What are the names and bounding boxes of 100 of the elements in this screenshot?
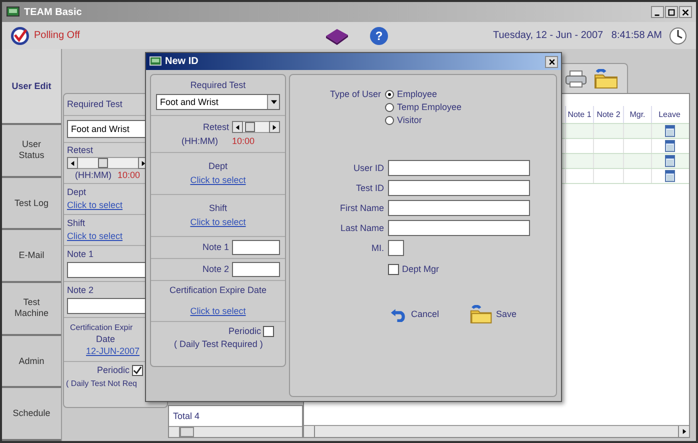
left-arrow-icon[interactable] [70,160,75,166]
checkbox-label: Periodic [97,365,130,376]
dropdown[interactable]: Foot and Wrist [156,94,280,110]
app-icon [149,56,162,67]
field-label: MI. [370,242,384,254]
field-label: Date [95,334,116,345]
field-label: Dept [67,187,88,198]
field-label: Note 1 [67,249,95,260]
field-label: Required Test [67,99,122,109]
select-link[interactable]: Click to select [190,175,246,186]
input-field[interactable] [388,240,404,256]
field-label: Retest [67,145,94,156]
scroll-left-button[interactable] [67,157,78,169]
cancel-button[interactable]: Cancel [388,305,442,324]
window-title: TEAM Basic [24,6,82,20]
radio-label: Employee [397,89,438,100]
right-arrow-icon[interactable] [141,160,146,166]
column-header: Leave [651,106,687,123]
field-label: Certification Expire Date [169,285,267,296]
column-header: Note 2 [593,106,623,123]
book-icon[interactable] [324,26,350,44]
date-link[interactable]: 12-JUN-2007 [70,346,140,357]
dropdown-arrow-icon[interactable] [270,100,276,104]
field-label: First Name [338,202,384,214]
field-label: Dept [208,161,228,172]
field-label: Shift [67,218,86,229]
input-field[interactable] [388,180,530,196]
radio-button[interactable] [385,116,394,125]
input-field[interactable] [388,220,530,236]
nav-tab[interactable]: Admin [2,336,61,388]
field-label: Certification Expir [70,322,133,333]
right-arrow-icon[interactable] [272,124,277,130]
left-arrow-icon[interactable] [235,124,240,130]
note-text: ( Daily Test Not Req [66,378,138,389]
total-count: Total 4 [172,410,201,423]
undo-arrow-icon [390,307,408,322]
checkbox-label: Dept Mgr [402,264,440,275]
radio-label: Visitor [397,115,422,126]
column-header: Mgr. [623,106,651,123]
date-time: Tuesday, 12 - Jun - 2007 8:41:58 AM [493,29,662,43]
format-hint: (HH:MM) [181,136,218,147]
help-button[interactable]: ? [370,26,388,44]
checkbox[interactable] [132,365,143,376]
input-field[interactable] [232,240,280,255]
folder-icon[interactable] [593,68,619,88]
field-label: Test ID [354,182,384,194]
note-text: ( Daily Test Required ) [173,339,264,350]
radio-button[interactable] [385,103,394,112]
time-value: 10:00 [232,136,255,147]
scroll-right-button[interactable] [269,121,280,133]
radio-button[interactable] [385,90,394,99]
field-label: Last Name [339,222,384,234]
time-value: 10:00 [118,170,140,181]
input-field[interactable] [232,262,280,277]
input-field[interactable] [388,200,530,216]
dialog-title: New ID [165,55,198,69]
printer-icon[interactable] [565,70,587,88]
field-label: Required Test [190,80,246,91]
radio-label: Temp Employee [397,102,462,113]
calendar-icon[interactable] [664,170,674,182]
column-header: Note 1 [565,106,593,123]
slider-thumb[interactable] [244,122,255,132]
checkbox[interactable] [263,326,274,337]
calendar-icon[interactable] [664,155,674,167]
nav-tab[interactable]: User Edit [2,49,61,125]
calendar-icon[interactable] [664,140,674,152]
field-label: Type of User [330,89,382,101]
close-icon[interactable] [548,58,556,66]
nav-tab[interactable]: Schedule [2,388,61,441]
calendar-icon[interactable] [664,125,674,137]
folder-icon [469,305,494,324]
input-field[interactable] [388,160,530,176]
field-label: Note 1 [202,242,229,253]
scroll-left-button[interactable] [232,121,243,133]
close-button[interactable] [545,56,558,68]
app-icon [6,6,20,18]
nav-tab[interactable]: E-Mail [2,230,61,284]
save-button[interactable]: Save [467,305,519,324]
field-label: Shift [208,203,227,214]
field-label: User ID [352,162,384,174]
clock-icon [668,26,688,46]
horizontal-scrollbar[interactable] [169,426,302,437]
field-label: Retest [202,122,229,132]
polling-status: Polling Off [34,29,81,43]
nav-tab[interactable]: User Status [2,125,61,178]
checkbox[interactable] [388,264,399,275]
nav-tab[interactable]: Test Machine [2,283,61,336]
nav-tab[interactable]: Test Log [2,178,61,230]
select-link[interactable]: Click to select [190,306,246,317]
select-link[interactable]: Click to select [190,217,246,228]
right-arrow-icon[interactable] [682,429,686,434]
field-label: Note 2 [202,264,229,275]
field-label: Note 2 [67,285,95,296]
horizontal-scrollbar[interactable] [304,425,689,437]
select-link[interactable]: Click to select [67,200,123,211]
slider-thumb[interactable] [98,158,108,168]
checkbox-label: Periodic [228,326,261,337]
select-link[interactable]: Click to select [67,231,123,242]
polling-icon[interactable] [10,26,30,46]
format-hint: (HH:MM) [75,170,112,181]
